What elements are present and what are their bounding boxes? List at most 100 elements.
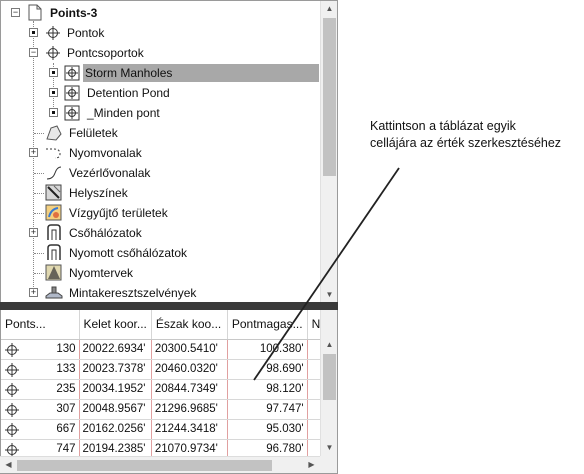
cell-point-number[interactable]: 307 <box>1 399 80 420</box>
panel-splitter[interactable] <box>0 302 338 310</box>
tree-item-nyomvonalak[interactable]: + Nyomvonalak <box>1 143 321 163</box>
expand-toggle[interactable] <box>49 108 58 117</box>
callout-line-2: cellájára az érték szerkesztéséhez <box>370 136 562 150</box>
tree-item-vizgyujto-teruletek[interactable]: Vízgyűjtő területek <box>1 203 321 223</box>
expand-toggle[interactable] <box>49 88 58 97</box>
cell-text: 20194.2385' <box>82 443 146 455</box>
cell-point-number[interactable]: 235 <box>1 379 80 400</box>
cell-text: 130 <box>56 343 76 355</box>
pressure-network-icon <box>45 244 63 264</box>
scrollbar-thumb[interactable] <box>323 18 336 176</box>
tree-item-label: Vízgyűjtő területek <box>69 206 168 220</box>
tree-item-label: Pontcsoportok <box>67 46 144 60</box>
pipe-network-icon <box>45 224 63 244</box>
scroll-up-arrow-icon[interactable]: ▲ <box>321 340 337 349</box>
cell-easting[interactable]: 20022.6934' <box>79 339 152 360</box>
collapse-toggle[interactable]: − <box>29 48 38 57</box>
expand-toggle[interactable]: + <box>29 288 38 297</box>
tree-item-storm-manholes[interactable]: Storm Manholes <box>1 63 321 83</box>
tree-item-detention-pond[interactable]: Detention Pond <box>1 83 321 103</box>
grid-horizontal-scrollbar[interactable]: ◀ ▶ <box>0 456 320 473</box>
cell-text: 20022.6934' <box>82 343 146 355</box>
cell-northing[interactable]: 20460.0320' <box>151 359 228 380</box>
tree-item-csohalozatok[interactable]: + Csőhálózatok <box>1 223 321 243</box>
tree-item-minden-pont[interactable]: _Minden pont <box>1 103 321 123</box>
column-header-easting[interactable]: Kelet koor... <box>79 310 152 340</box>
cell-text: 21070.9734' <box>154 443 218 455</box>
tree-item-label: Nyomtervek <box>69 266 134 280</box>
expand-toggle[interactable]: + <box>29 228 38 237</box>
expand-toggle[interactable]: + <box>29 148 38 157</box>
tree-item-label: Detention Pond <box>87 86 170 100</box>
cell-text: 20460.0320' <box>154 363 218 375</box>
table-row[interactable]: 667 20162.0256' 21244.3418' 95.030' <box>1 419 326 440</box>
corridor-icon <box>45 264 63 284</box>
cell-text: 20844.7349' <box>154 383 218 395</box>
tree-item-helyszinek[interactable]: Helyszínek <box>1 183 321 203</box>
cell-text: 235 <box>56 383 76 395</box>
tree-item-vezerlovonalak[interactable]: Vezérlővonalak <box>1 163 321 183</box>
cell-northing[interactable]: 21244.3418' <box>151 419 228 440</box>
cell-easting[interactable]: 20162.0256' <box>79 419 152 440</box>
cell-text: 20034.1952' <box>82 383 146 395</box>
expand-toggle[interactable] <box>49 68 58 77</box>
cell-elevation[interactable]: 98.120' <box>227 379 308 400</box>
table-row[interactable]: 235 20034.1952' 20844.7349' 98.120' <box>1 379 326 400</box>
tree-item-nyomott-csohalozatok[interactable]: Nyomott csőhálózatok <box>1 243 321 263</box>
cell-easting[interactable]: 20034.1952' <box>79 379 152 400</box>
cell-elevation[interactable]: 97.747' <box>227 399 308 420</box>
callout-line-1: Kattintson a táblázat egyik <box>370 119 516 133</box>
tree-item-label: Nyomott csőhálózatok <box>69 246 188 260</box>
collapse-toggle[interactable]: − <box>11 8 20 17</box>
tree-item-pontcsoportok[interactable]: − Pontcsoportok <box>1 43 321 63</box>
point-table: Ponts... Kelet koor... Észak koo... Pont… <box>1 310 326 460</box>
cell-easting[interactable]: 20048.9567' <box>79 399 152 420</box>
point-icon <box>4 422 20 439</box>
scroll-up-arrow-icon[interactable]: ▲ <box>321 4 337 13</box>
column-header-northing[interactable]: Észak koo... <box>151 310 228 340</box>
scroll-down-arrow-icon[interactable]: ▼ <box>321 290 337 299</box>
tree-item-mintakeresztszelvenyek[interactable]: + Mintakeresztszelvények <box>1 283 321 303</box>
point-icon <box>4 382 20 399</box>
cell-elevation[interactable]: 95.030' <box>227 419 308 440</box>
scrollbar-thumb[interactable] <box>17 460 272 471</box>
table-row[interactable]: 133 20023.7378' 20460.0320' 98.690' <box>1 359 326 380</box>
tree-item-label: Csőhálózatok <box>69 226 142 240</box>
cell-text: 100.380' <box>259 343 304 355</box>
tree-item-nyomtervek[interactable]: Nyomtervek <box>1 263 321 283</box>
column-header-point-number[interactable]: Ponts... <box>1 310 80 340</box>
cell-text: 21296.9685' <box>154 403 218 415</box>
column-header-elevation[interactable]: Pontmagas... <box>227 310 308 340</box>
prospector-panel: − Points-3 Pontok − Pontcsoportok Storm … <box>0 0 338 474</box>
tree-item-label: Vezérlővonalak <box>69 166 151 180</box>
cell-point-number[interactable]: 130 <box>1 339 80 360</box>
point-group-icon <box>64 105 80 124</box>
scroll-down-arrow-icon[interactable]: ▼ <box>321 443 337 452</box>
cell-point-number[interactable]: 133 <box>1 359 80 380</box>
tree-item-label: Pontok <box>67 26 105 40</box>
tree-scrollbar[interactable]: ▲ ▼ <box>320 1 337 304</box>
table-row[interactable]: 307 20048.9567' 21296.9685' 97.747' <box>1 399 326 420</box>
table-row[interactable]: 130 20022.6934' 20300.5410' 100.380' <box>1 339 326 360</box>
assembly-icon <box>45 284 63 304</box>
expand-toggle[interactable] <box>29 28 38 37</box>
cell-elevation[interactable]: 100.380' <box>227 339 308 360</box>
tree-item-feluletek[interactable]: Felületek <box>1 123 321 143</box>
cell-elevation[interactable]: 98.690' <box>227 359 308 380</box>
scroll-right-arrow-icon[interactable]: ▶ <box>303 460 320 469</box>
cell-text: 98.120' <box>266 383 304 395</box>
cell-northing[interactable]: 20300.5410' <box>151 339 228 360</box>
tree-item-pontok[interactable]: Pontok <box>1 23 321 43</box>
cell-easting[interactable]: 20023.7378' <box>79 359 152 380</box>
callout-text: Kattintson a táblázat egyik cellájára az… <box>370 118 584 152</box>
grid-scrollbar[interactable]: ▲ ▼ <box>320 310 337 456</box>
cell-northing[interactable]: 21296.9685' <box>151 399 228 420</box>
point-icon <box>4 402 20 419</box>
cell-northing[interactable]: 20844.7349' <box>151 379 228 400</box>
cell-text: 97.747' <box>266 403 304 415</box>
scrollbar-thumb[interactable] <box>323 354 336 400</box>
scroll-left-arrow-icon[interactable]: ◀ <box>0 460 17 469</box>
tree-item-label: Helyszínek <box>69 186 128 200</box>
cell-point-number[interactable]: 667 <box>1 419 80 440</box>
site-icon <box>45 184 63 204</box>
